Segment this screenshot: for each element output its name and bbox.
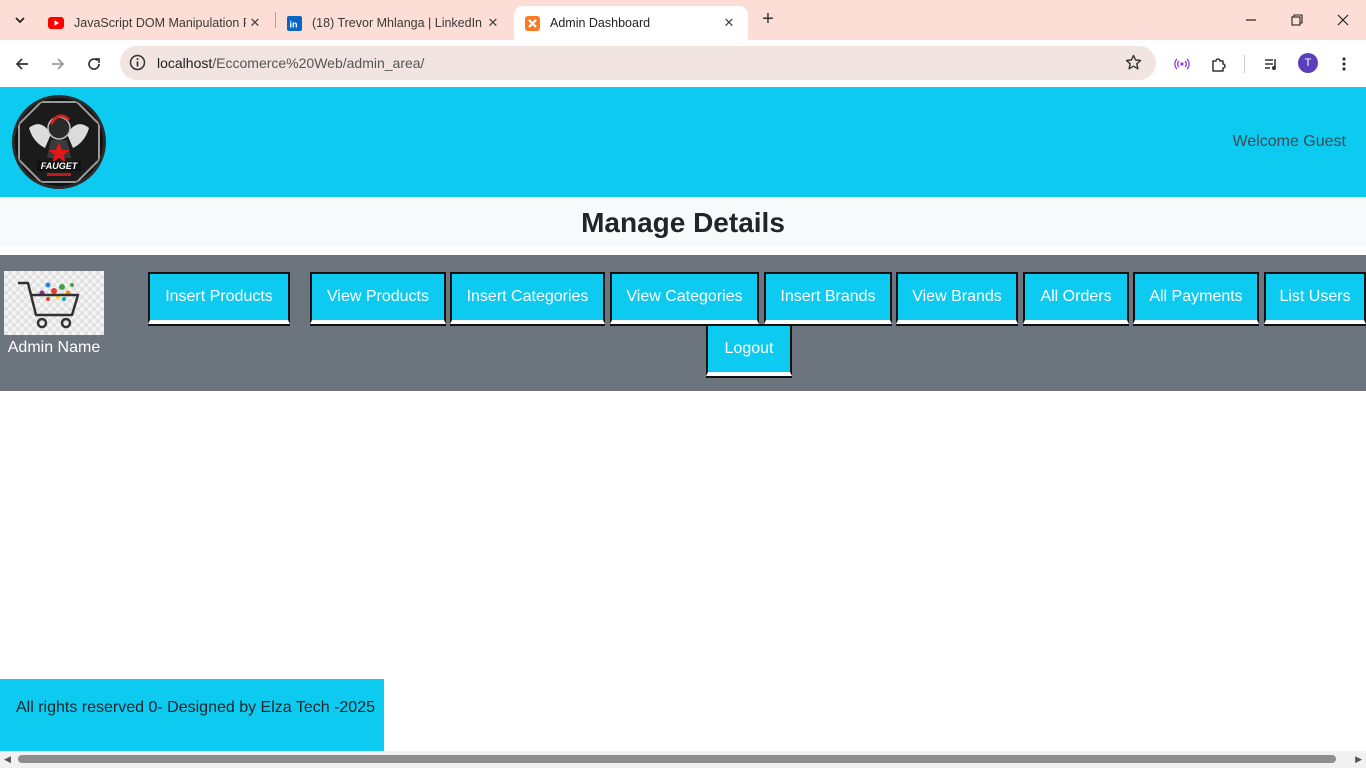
arrow-left-icon: [15, 58, 28, 70]
welcome-text: Welcome Guest: [1232, 133, 1346, 150]
insert-products-button[interactable]: Insert Products: [148, 272, 290, 324]
minimize-button[interactable]: [1228, 0, 1274, 40]
list-users-button[interactable]: List Users: [1264, 272, 1366, 324]
chevron-down-icon: [15, 17, 25, 24]
back-button[interactable]: [9, 51, 35, 77]
logout-button[interactable]: Logout: [706, 324, 792, 376]
close-window-button[interactable]: [1320, 0, 1366, 40]
view-products-button[interactable]: View Products: [310, 272, 446, 324]
menu-kebab-icon[interactable]: [1331, 51, 1357, 77]
insert-brands-button[interactable]: Insert Brands: [764, 272, 892, 324]
scroll-left-icon[interactable]: ◀: [4, 754, 11, 765]
youtube-icon: [48, 15, 64, 31]
scroll-right-icon[interactable]: ▶: [1355, 754, 1362, 765]
browser-tab-youtube[interactable]: JavaScript DOM Manipulation F ✕: [38, 6, 274, 40]
tab-title: (18) Trevor Mhlanga | LinkedIn: [312, 16, 483, 30]
all-payments-button[interactable]: All Payments: [1133, 272, 1259, 324]
scrollbar-thumb[interactable]: [18, 755, 1336, 763]
svg-text:FAUGET: FAUGET: [41, 161, 79, 171]
footer-text: All rights reserved 0- Designed by Elza …: [16, 699, 375, 716]
media-controls-icon[interactable]: [1258, 51, 1284, 77]
browser-toolbar: localhost/Eccomerce%20Web/admin_area/ T: [0, 40, 1366, 87]
linkedin-icon: in: [286, 15, 302, 31]
address-bar[interactable]: localhost/Eccomerce%20Web/admin_area/: [120, 46, 1156, 80]
tab-title: Admin Dashboard: [550, 16, 651, 30]
view-categories-button[interactable]: View Categories: [610, 272, 759, 324]
manage-details-bar: Manage Details: [0, 197, 1366, 247]
browser-tab-admin-dashboard[interactable]: Admin Dashboard ✕: [514, 6, 748, 40]
restore-icon: [1291, 14, 1303, 26]
reload-button[interactable]: [81, 51, 107, 77]
url-host: localhost: [157, 55, 213, 71]
browser-tab-linkedin[interactable]: in (18) Trevor Mhlanga | LinkedIn ✕: [276, 6, 512, 40]
url-path: /Eccomerce%20Web/admin_area/: [212, 55, 425, 71]
horizontal-scrollbar[interactable]: ◀ ▶: [0, 751, 1366, 768]
site-header: FAUGET Welcome Guest: [0, 87, 1366, 197]
close-icon: [1337, 14, 1349, 26]
browser-tab-strip: JavaScript DOM Manipulation F ✕ in (18) …: [0, 0, 1366, 40]
admin-panel: Admin Name Insert Products View Products…: [0, 255, 1366, 391]
xampp-icon: [524, 15, 540, 31]
extensions-puzzle-icon[interactable]: [1205, 51, 1231, 77]
bookmark-star-icon[interactable]: [1125, 54, 1142, 76]
toolbar-separator: [1244, 55, 1245, 73]
profile-avatar[interactable]: T: [1298, 53, 1318, 73]
close-icon[interactable]: ✕: [720, 14, 738, 32]
forward-button[interactable]: [45, 51, 71, 77]
insert-categories-button[interactable]: Insert Categories: [450, 272, 605, 324]
page-title: Manage Details: [581, 207, 785, 238]
minimize-icon: [1246, 19, 1256, 21]
arrow-right-icon: [52, 58, 65, 70]
tab-title: JavaScript DOM Manipulation F: [74, 16, 246, 30]
restore-button[interactable]: [1274, 0, 1320, 40]
url-text: localhost/Eccomerce%20Web/admin_area/: [157, 55, 424, 71]
admin-avatar: [4, 271, 104, 335]
view-brands-button[interactable]: View Brands: [896, 272, 1018, 324]
all-orders-button[interactable]: All Orders: [1023, 272, 1129, 324]
site-logo[interactable]: FAUGET: [12, 95, 106, 189]
site-info-icon[interactable]: [129, 54, 146, 76]
reload-icon: [88, 58, 100, 70]
new-tab-button[interactable]: +: [758, 9, 778, 30]
shopping-cart-icon: [18, 281, 80, 329]
tab-search-button[interactable]: [8, 8, 32, 32]
svg-text:in: in: [289, 19, 297, 29]
close-icon[interactable]: ✕: [246, 14, 264, 32]
broadcast-icon[interactable]: [1169, 51, 1195, 77]
admin-name: Admin Name: [7, 339, 101, 356]
site-footer: All rights reserved 0- Designed by Elza …: [0, 679, 384, 751]
close-icon[interactable]: ✕: [484, 14, 502, 32]
